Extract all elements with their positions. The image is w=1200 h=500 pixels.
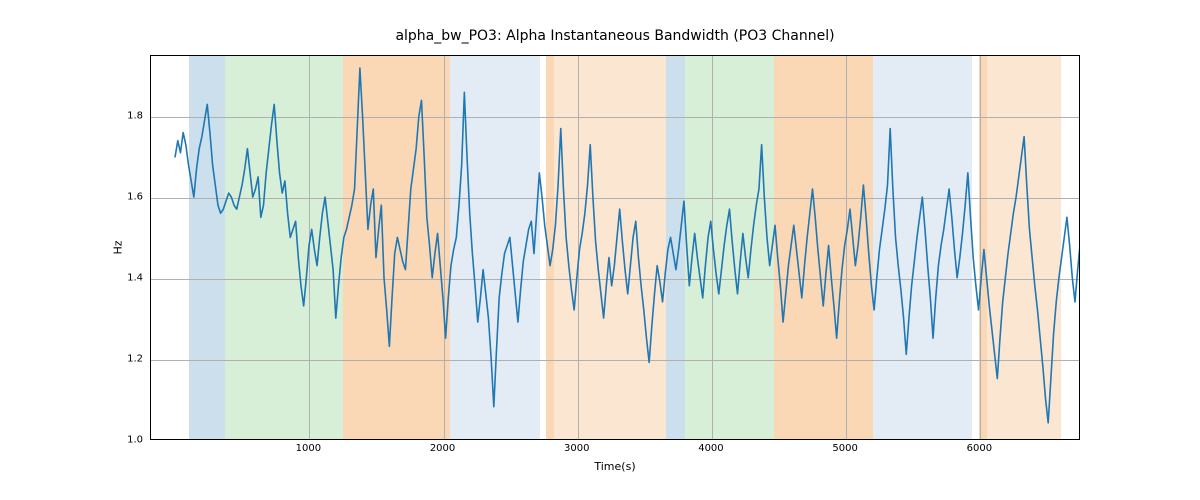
x-tick: 3000 [564,443,589,454]
x-tick: 6000 [967,443,992,454]
line-series [151,56,1079,439]
x-tick: 2000 [430,443,455,454]
x-tick: 1000 [296,443,321,454]
chart-title: alpha_bw_PO3: Alpha Instantaneous Bandwi… [150,28,1080,44]
x-axis-label: Time(s) [150,460,1080,473]
y-tick: 1.4 [127,272,143,283]
x-tick: 4000 [698,443,723,454]
y-tick: 1.2 [127,353,143,364]
y-tick: 1.6 [127,191,143,202]
y-tick: 1.0 [127,435,143,446]
figure: alpha_bw_PO3: Alpha Instantaneous Bandwi… [0,0,1200,500]
axes-area [150,55,1080,440]
series-alpha-bw-po3 [175,68,1080,423]
x-tick: 5000 [832,443,857,454]
y-tick: 1.8 [127,110,143,121]
y-axis-label: Hz [108,55,128,440]
